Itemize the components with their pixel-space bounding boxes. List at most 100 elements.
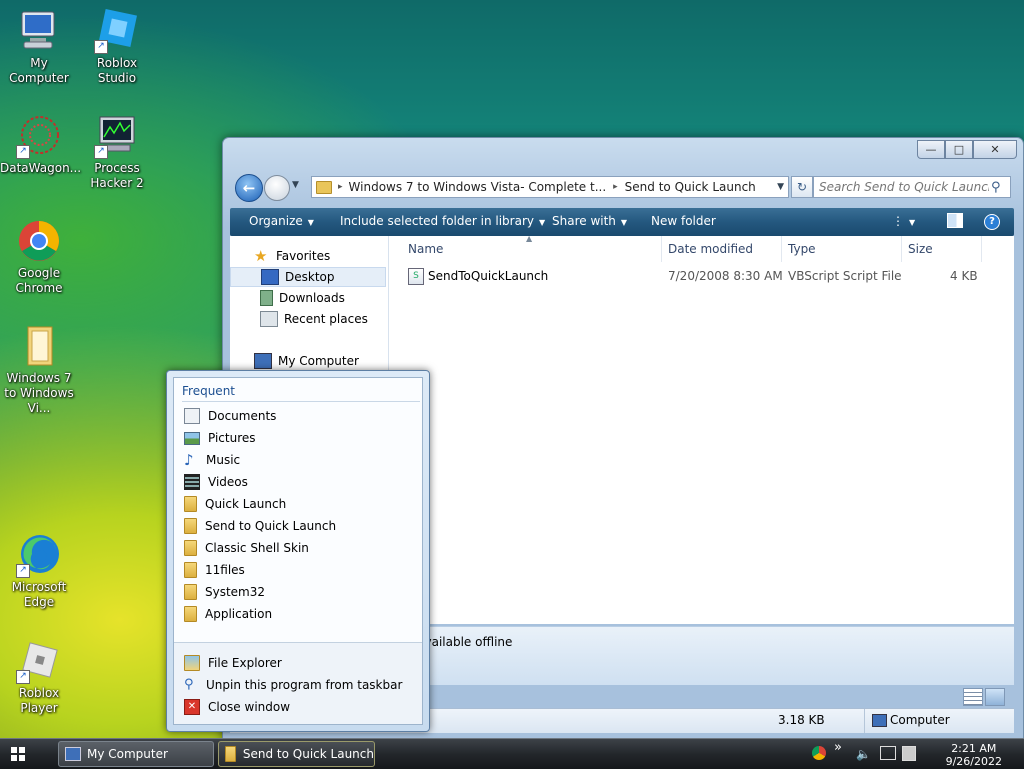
organize-menu[interactable]: Organize ▼ <box>249 214 314 228</box>
jump-item-11files[interactable]: 11files <box>184 560 245 580</box>
computer-icon <box>254 353 272 369</box>
breadcrumb-separator[interactable]: ▸ <box>613 182 618 192</box>
desktop-icon-label: My Computer <box>9 56 69 85</box>
new-folder-button[interactable]: New folder <box>651 214 716 228</box>
jump-list: Frequent Documents Pictures ♪ Music Video… <box>166 370 430 732</box>
jump-item-documents[interactable]: Documents <box>184 406 276 426</box>
nav-desktop[interactable]: Desktop <box>230 267 386 287</box>
computer-icon <box>65 747 81 761</box>
jump-list-header-frequent: Frequent <box>182 384 420 402</box>
close-window-icon: ✕ <box>184 699 200 715</box>
breadcrumb-segment-current[interactable]: Send to Quick Launch <box>625 180 756 194</box>
desktop-icon-microsoft-edge[interactable]: ↗ Microsoft Edge <box>0 532 78 610</box>
status-divider <box>864 709 865 733</box>
desktop-icon-windows7-folder[interactable]: Windows 7 to Windows Vi... <box>0 323 78 416</box>
taskbar: My Computer Send to Quick Launch » 🔈 2:2… <box>0 738 1024 769</box>
recent-pages-dropdown-icon[interactable]: ▼ <box>292 180 299 190</box>
search-icon[interactable]: ⚲ <box>991 180 1001 195</box>
view-buttons <box>963 688 1005 706</box>
desktop-icon-datawagon[interactable]: ↗ DataWagon... <box>0 113 81 176</box>
dropdown-caret-icon: ▼ <box>538 218 546 227</box>
large-icons-view-button[interactable] <box>985 688 1005 706</box>
network-icon[interactable] <box>880 746 896 760</box>
jump-item-send-to-quick-launch[interactable]: Send to Quick Launch <box>184 516 336 536</box>
desktop-icon-roblox-player[interactable]: ↗ Roblox Player <box>0 638 78 716</box>
jump-item-classic-shell-skin[interactable]: Classic Shell Skin <box>184 538 309 558</box>
jump-item-quick-launch[interactable]: Quick Launch <box>184 494 286 514</box>
jump-item-music[interactable]: ♪ Music <box>184 450 240 470</box>
minimize-button[interactable]: — <box>917 140 945 159</box>
column-header-name[interactable]: Name ▲ <box>402 234 662 262</box>
column-header-date[interactable]: Date modified <box>662 236 782 262</box>
folder-icon <box>184 606 197 622</box>
file-size: 4 KB <box>950 269 978 283</box>
taskbar-button-my-computer[interactable]: My Computer <box>58 741 214 767</box>
volume-muted-icon[interactable]: 🔈 <box>856 747 871 761</box>
search-box[interactable]: ⚲ <box>813 176 1011 198</box>
search-input[interactable] <box>814 179 991 195</box>
desktop-icon-label: Roblox Studio <box>96 56 138 85</box>
system-clock[interactable]: 2:21 AM 9/26/2022 <box>946 742 1002 768</box>
column-header-type[interactable]: Type <box>782 236 902 262</box>
close-button[interactable]: ✕ <box>973 140 1017 159</box>
maximize-button[interactable]: □ <box>945 140 973 159</box>
chrome-tray-icon[interactable] <box>812 746 826 760</box>
file-row[interactable]: S SendToQuickLaunch 7/20/2008 8:30 AM VB… <box>402 266 1008 286</box>
file-explorer-icon <box>184 655 200 671</box>
folder-icon <box>184 584 197 600</box>
show-hidden-icons-button[interactable]: » <box>834 740 842 755</box>
desktop-icon <box>261 269 279 285</box>
task-unpin[interactable]: ⚲ Unpin this program from taskbar <box>184 675 402 695</box>
desktop-icon-label: Google Chrome <box>15 266 63 295</box>
nav-recent-places[interactable]: Recent places <box>260 309 368 329</box>
notification-area: » 🔈 2:21 AM 9/26/2022 <box>804 739 1024 769</box>
task-close-window[interactable]: ✕ Close window <box>184 697 290 717</box>
status-size: 3.18 KB <box>778 713 825 727</box>
status-location: Computer <box>890 713 950 727</box>
pictures-icon <box>184 431 200 445</box>
include-in-library-menu[interactable]: Include selected folder in library ▼ <box>340 214 545 228</box>
back-button[interactable]: ← <box>235 174 263 202</box>
recent-places-icon <box>260 311 278 327</box>
desktop-icon-google-chrome[interactable]: Google Chrome <box>0 218 78 296</box>
forward-button[interactable] <box>264 175 290 201</box>
refresh-button[interactable]: ↻ <box>791 176 813 198</box>
jump-item-videos[interactable]: Videos <box>184 472 248 492</box>
desktop-icon-process-hacker[interactable]: ↗ Process Hacker 2 <box>78 113 156 191</box>
details-view-button[interactable] <box>963 688 983 706</box>
column-header-size[interactable]: Size <box>902 236 982 262</box>
share-with-menu[interactable]: Share with ▼ <box>552 214 627 228</box>
action-center-icon[interactable] <box>902 746 916 761</box>
nav-my-computer[interactable]: My Computer <box>254 351 359 371</box>
change-view-button[interactable]: ⋮ ▼ <box>892 214 915 228</box>
pin-icon: ⚲ <box>184 677 194 692</box>
jump-list-tasks: File Explorer ⚲ Unpin this program from t… <box>174 643 422 724</box>
view-options-icon: ⋮ <box>892 214 904 228</box>
jump-item-pictures[interactable]: Pictures <box>184 428 256 448</box>
jump-list-body: Frequent Documents Pictures ♪ Music Video… <box>173 377 423 725</box>
taskbar-button-send-to-quick-launch[interactable]: Send to Quick Launch <box>218 741 375 767</box>
nav-downloads[interactable]: Downloads <box>260 288 345 308</box>
folder-icon <box>316 180 332 194</box>
dropdown-caret-icon: ▼ <box>620 218 628 227</box>
task-file-explorer[interactable]: File Explorer <box>184 653 282 673</box>
process-hacker-icon: ↗ <box>94 113 140 159</box>
desktop-icon-label: Microsoft Edge <box>11 580 67 609</box>
preview-pane-button[interactable] <box>947 213 963 231</box>
help-button[interactable]: ? <box>984 213 1000 230</box>
start-button[interactable] <box>8 744 28 764</box>
jump-item-system32[interactable]: System32 <box>184 582 265 602</box>
nav-favorites[interactable]: ★ Favorites <box>254 246 330 266</box>
file-name: SendToQuickLaunch <box>428 269 549 283</box>
computer-icon <box>872 714 887 727</box>
breadcrumb-segment[interactable]: Windows 7 to Windows Vista- Complete t..… <box>349 180 607 194</box>
desktop-icon-roblox-studio[interactable]: ↗ Roblox Studio <box>78 8 156 86</box>
address-dropdown-icon[interactable]: ▼ <box>777 182 784 192</box>
clock-time: 2:21 AM <box>951 742 997 755</box>
address-bar[interactable]: ▸ Windows 7 to Windows Vista- Complete t… <box>311 176 789 198</box>
file-type: VBScript Script File <box>788 269 902 283</box>
desktop-icon-my-computer[interactable]: My Computer <box>0 8 78 86</box>
offline-status: Available offline <box>417 635 513 649</box>
breadcrumb-arrow-icon: ▸ <box>338 182 343 192</box>
jump-item-application[interactable]: Application <box>184 604 272 624</box>
